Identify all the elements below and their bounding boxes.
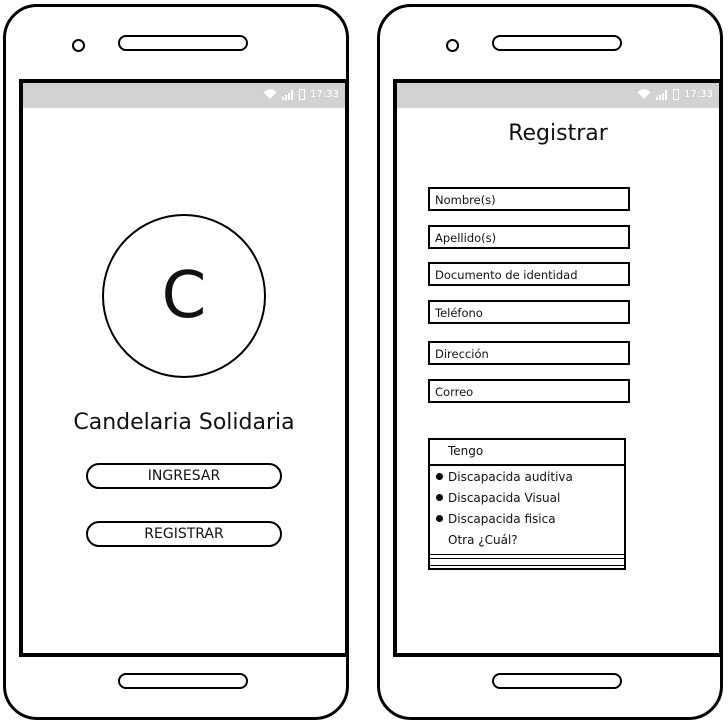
login-screen: 17:33 C Candelaria Solidaria INGRESAR RE…	[19, 79, 349, 657]
list-item-visual[interactable]: Discapacida Visual	[430, 487, 624, 508]
email-field[interactable]: Correo	[428, 379, 630, 403]
address-field[interactable]: Dirección	[428, 341, 630, 365]
status-bar: 17:33	[23, 83, 345, 108]
camera-icon	[72, 39, 85, 52]
status-time: 17:33	[310, 89, 339, 100]
page-title: Registrar	[508, 121, 608, 146]
list-header: Tengo	[430, 440, 624, 466]
speaker-grille	[118, 35, 248, 51]
speaker-grille	[492, 35, 622, 51]
wifi-icon	[637, 89, 651, 99]
battery-icon	[673, 89, 680, 100]
phone-frame-login: 17:33 C Candelaria Solidaria INGRESAR RE…	[3, 4, 349, 720]
signal-icon	[656, 89, 668, 100]
login-button[interactable]: INGRESAR	[86, 463, 282, 489]
wifi-icon	[263, 89, 277, 99]
list-item-other[interactable]: Otra ¿Cuál?	[430, 529, 624, 550]
home-button[interactable]	[118, 673, 248, 689]
id-document-field[interactable]: Documento de identidad	[428, 262, 630, 286]
list-item-auditory[interactable]: Discapacida auditiva	[430, 466, 624, 487]
camera-icon	[446, 39, 459, 52]
list-item-label: Discapacida fisica	[448, 511, 556, 526]
bullet-icon	[436, 473, 443, 480]
home-button[interactable]	[492, 673, 622, 689]
phone-frame-register: 17:33 Registrar Nombre(s) Apellido(s) Do…	[377, 4, 723, 720]
app-logo: C	[102, 214, 266, 378]
list-item-physical[interactable]: Discapacida fisica	[430, 508, 624, 529]
register-button[interactable]: REGISTRAR	[86, 521, 282, 547]
bullet-icon	[436, 515, 443, 522]
list-item-label: Otra ¿Cuál?	[448, 532, 518, 547]
last-name-field[interactable]: Apellido(s)	[428, 225, 630, 249]
status-time: 17:33	[684, 89, 713, 100]
list-item-label: Discapacida Visual	[448, 490, 561, 505]
app-name: Candelaria Solidaria	[73, 410, 295, 435]
signal-icon	[282, 89, 294, 100]
list-item-label: Discapacida auditiva	[448, 469, 573, 484]
first-name-field[interactable]: Nombre(s)	[428, 187, 630, 211]
list-scroll-lines	[430, 554, 624, 566]
disability-list[interactable]: Tengo Discapacida auditiva Discapacida V…	[428, 438, 626, 570]
register-screen: 17:33 Registrar Nombre(s) Apellido(s) Do…	[393, 79, 723, 657]
bullet-icon	[436, 494, 443, 501]
battery-icon	[299, 89, 306, 100]
logo-letter: C	[161, 259, 207, 333]
status-bar: 17:33	[397, 83, 719, 108]
phone-field[interactable]: Teléfono	[428, 300, 630, 324]
